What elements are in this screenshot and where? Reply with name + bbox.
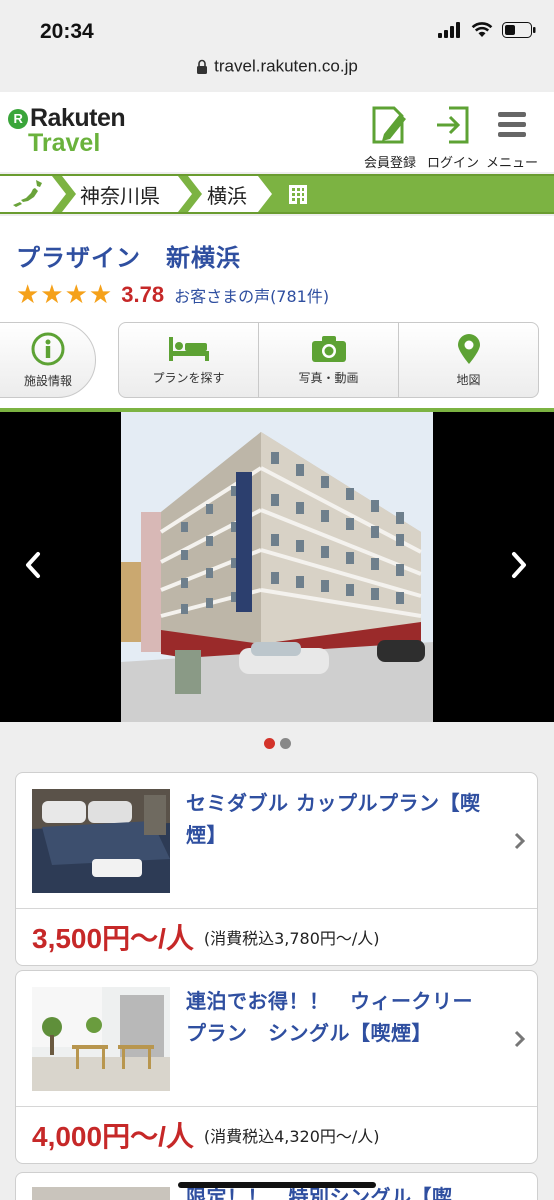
hotel-building-photo [121,412,433,722]
plan-price: 4,000円〜/人 [32,1121,194,1152]
rating-score: 3.78 [121,282,165,307]
login-icon [437,106,469,144]
wifi-icon [471,22,493,37]
lounge-image [32,987,170,1091]
plan-price: 3,500円〜/人 [32,923,194,954]
hotel-summary: プラザイン 新横浜 ★★★★ 3.78 お客さまの声(781件) [0,216,554,316]
url-bar[interactable]: travel.rakuten.co.jp [0,56,554,90]
status-icons [438,22,536,38]
reviews-link[interactable]: お客さまの声(781件) [174,283,329,307]
carousel-prev-icon[interactable] [22,550,44,580]
login-label: ログイン [427,156,480,171]
tab-map[interactable]: 地図 [399,323,538,397]
home-indicator [178,1182,376,1188]
rakuten-r-icon: R [8,108,28,129]
plan-price-row: 4,000円〜/人 (消費税込4,320円〜/人) [16,1107,537,1163]
carousel-dot[interactable] [279,738,291,749]
hotel-building-image [121,412,433,722]
rakuten-travel-logo[interactable]: R Rakuten Travel [8,104,126,158]
plan-card-header: 連泊でお得！！ ウィークリープラン シングル【喫煙】 [16,971,537,1107]
plan-thumbnail [32,987,170,1091]
plan-title[interactable]: 連泊でお得！！ ウィークリープラン シングル【喫煙】 [186,985,486,1049]
breadcrumb-background [0,176,272,212]
status-time: 20:34 [40,20,94,43]
carousel-indicator [0,738,554,749]
plan-title[interactable]: セミダブル カップルプラン【喫煙】 [186,787,486,851]
camera-icon [311,335,346,362]
carousel-dot-active[interactable] [263,738,275,749]
star-rating-icon: ★★★★ [16,280,114,310]
tab-photos-label: 写真・動画 [298,370,359,385]
chevron-right-icon [514,1030,526,1048]
semi-double-room-image [32,789,170,893]
plan-card-header: セミダブル カップルプラン【喫煙】 [16,773,537,909]
battery-icon [502,22,536,38]
page: { "status_bar": { "time": "20:34" }, "br… [0,0,554,1200]
hotel-name: プラザイン 新横浜 [16,244,241,272]
bed-icon [168,336,209,361]
tab-map-label: 地図 [456,372,481,387]
plan-price-row: 3,500円〜/人 (消費税込3,780円〜/人) [16,909,537,965]
rating-row: ★★★★ 3.78 お客さまの声(781件) [16,280,329,310]
plan-thumbnail [32,789,170,893]
plan-card[interactable]: セミダブル カップルプラン【喫煙】 3,500円〜/人 (消費税込3,780円〜… [15,772,538,966]
japan-map-icon[interactable] [10,179,46,209]
tab-find-plan[interactable]: プランを探す [119,323,259,397]
plan-card[interactable]: 連泊でお得！！ ウィークリープラン シングル【喫煙】 4,000円〜/人 (消費… [15,970,538,1164]
register-button[interactable]: 会員登録 [364,104,416,171]
tab-facility-info-label: 施設情報 [23,373,72,388]
cellular-signal-icon [438,22,460,38]
tab-find-plan-label: プランを探す [152,370,225,385]
tab-facility-info[interactable]: 施設情報 [0,322,96,398]
tab-photos[interactable]: 写真・動画 [259,323,399,397]
tab-group: プランを探す 写真・動画 地図 [118,322,539,398]
status-bar: 20:34 [0,0,554,60]
hamburger-menu-icon [498,112,526,137]
building-icon [289,185,307,204]
info-icon [31,332,65,365]
menu-label: メニュー [486,156,539,171]
menu-button[interactable]: メニュー [486,104,538,171]
map-pin-icon [457,333,480,364]
photo-carousel[interactable] [0,412,554,722]
hotel-tabs: 施設情報 プランを探す 写真・動画 地図 [0,316,554,408]
register-label: 会員登録 [364,156,417,171]
plan-thumbnail [32,1187,170,1200]
site-header: R Rakuten Travel 会員登録 ログイン メニュー [0,92,554,172]
chevron-right-icon [514,832,526,850]
breadcrumb: 神奈川県 横浜 [0,174,554,214]
breadcrumb-item-kanagawa[interactable]: 神奈川県 [80,180,160,209]
breadcrumb-item-yokohama[interactable]: 横浜 [207,180,247,209]
logo-bottom-text: Travel [28,129,101,157]
carousel-next-icon[interactable] [508,550,530,580]
login-button[interactable]: ログイン [427,104,479,171]
url-text: travel.rakuten.co.jp [214,56,358,76]
plan-price-tax: (消費税込3,780円〜/人) [203,929,380,948]
register-icon [372,106,406,144]
plan-price-tax: (消費税込4,320円〜/人) [203,1127,380,1146]
lock-icon [197,59,208,75]
